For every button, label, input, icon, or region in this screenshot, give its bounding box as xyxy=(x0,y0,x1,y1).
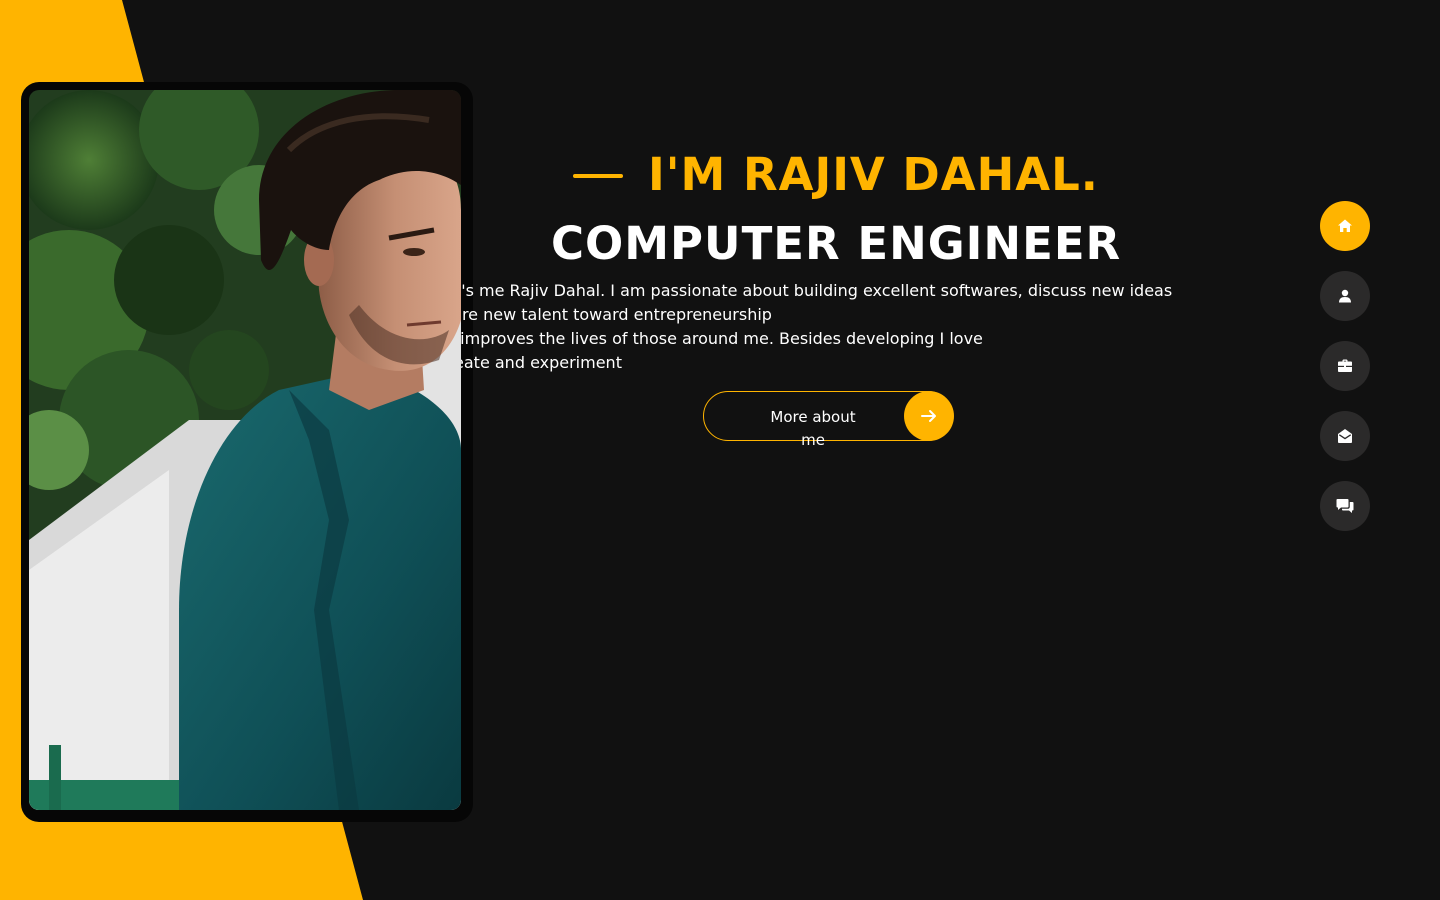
nav-blog-button[interactable] xyxy=(1320,481,1370,531)
arrow-right-icon xyxy=(904,391,954,441)
intro-heading: I'M RAJIV DAHAL. xyxy=(648,150,1099,201)
hero-text: I'M RAJIV DAHAL. COMPUTER ENGINEER ! it'… xyxy=(461,150,1241,470)
bio-line: at improves the lives of those around me… xyxy=(461,329,983,348)
nav-contact-button[interactable] xyxy=(1320,411,1370,461)
home-icon xyxy=(1338,219,1352,232)
bio-line: create and experiment xyxy=(461,353,622,372)
more-about-me-button[interactable]: More about me xyxy=(703,391,954,449)
user-icon xyxy=(1339,289,1351,303)
intro-dash xyxy=(573,174,623,178)
more-about-me-label: More about me xyxy=(770,408,856,449)
envelope-open-icon xyxy=(1338,429,1352,443)
bio-line: ! it's me Rajiv Dahal. I am passionate a… xyxy=(461,281,1173,300)
portrait-frame xyxy=(21,82,473,822)
briefcase-icon xyxy=(1338,359,1352,372)
side-nav xyxy=(1320,201,1370,551)
nav-about-button[interactable] xyxy=(1320,271,1370,321)
comments-icon xyxy=(1336,499,1354,513)
portrait-photo xyxy=(29,90,461,810)
nav-home-button[interactable] xyxy=(1320,201,1370,251)
bio-line: spire new talent toward entrepreneurship xyxy=(461,305,772,324)
home-page: I'M RAJIV DAHAL. COMPUTER ENGINEER ! it'… xyxy=(0,0,1440,900)
nav-portfolio-button[interactable] xyxy=(1320,341,1370,391)
bio-paragraph: ! it's me Rajiv Dahal. I am passionate a… xyxy=(461,279,1239,375)
role-heading: COMPUTER ENGINEER xyxy=(551,217,1122,270)
